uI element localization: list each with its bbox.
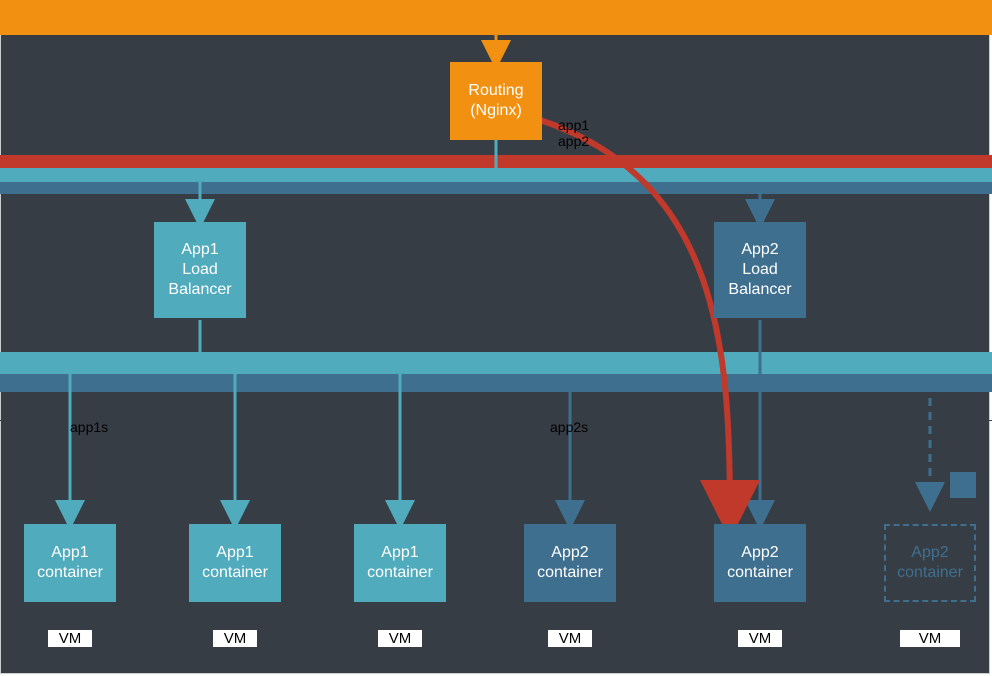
- app1-container-1: App1 container: [24, 524, 116, 602]
- app2-container-2: App2 container: [714, 524, 806, 602]
- top-band: [0, 0, 992, 35]
- label-lb2-side: app2s: [550, 420, 588, 435]
- routing-box: Routing (Nginx): [450, 62, 542, 140]
- label-routing-right-2: app2: [558, 134, 589, 149]
- label-routing-right-1: app1: [558, 118, 589, 133]
- vm-label-4: VM: [548, 630, 592, 647]
- app1-load-balancer-box: App1 Load Balancer: [154, 222, 246, 318]
- stripe-teal-1: [0, 168, 992, 182]
- stripe-blue-1: [0, 182, 992, 194]
- stripe-spacer: [0, 420, 992, 421]
- app2-load-balancer-box: App2 Load Balancer: [714, 222, 806, 318]
- pending-corner-accent: [950, 472, 976, 498]
- app1-container-2: App1 container: [189, 524, 281, 602]
- stripe-teal-2: [0, 352, 992, 374]
- diagram-canvas: Routing (Nginx) App1 Load Balancer App2 …: [0, 0, 992, 676]
- app2-container-pending: App2 container: [884, 524, 976, 602]
- app2-container-1: App2 container: [524, 524, 616, 602]
- vm-label-1: VM: [48, 630, 92, 647]
- vm-label-2: VM: [213, 630, 257, 647]
- vm-label-5: VM: [738, 630, 782, 647]
- vm-label-6: VM: [900, 630, 960, 647]
- stripe-red-1: [0, 155, 992, 168]
- label-lb1-side: app1s: [70, 420, 108, 435]
- app1-container-3: App1 container: [354, 524, 446, 602]
- stripe-blue-2: [0, 374, 992, 392]
- vm-label-3: VM: [378, 630, 422, 647]
